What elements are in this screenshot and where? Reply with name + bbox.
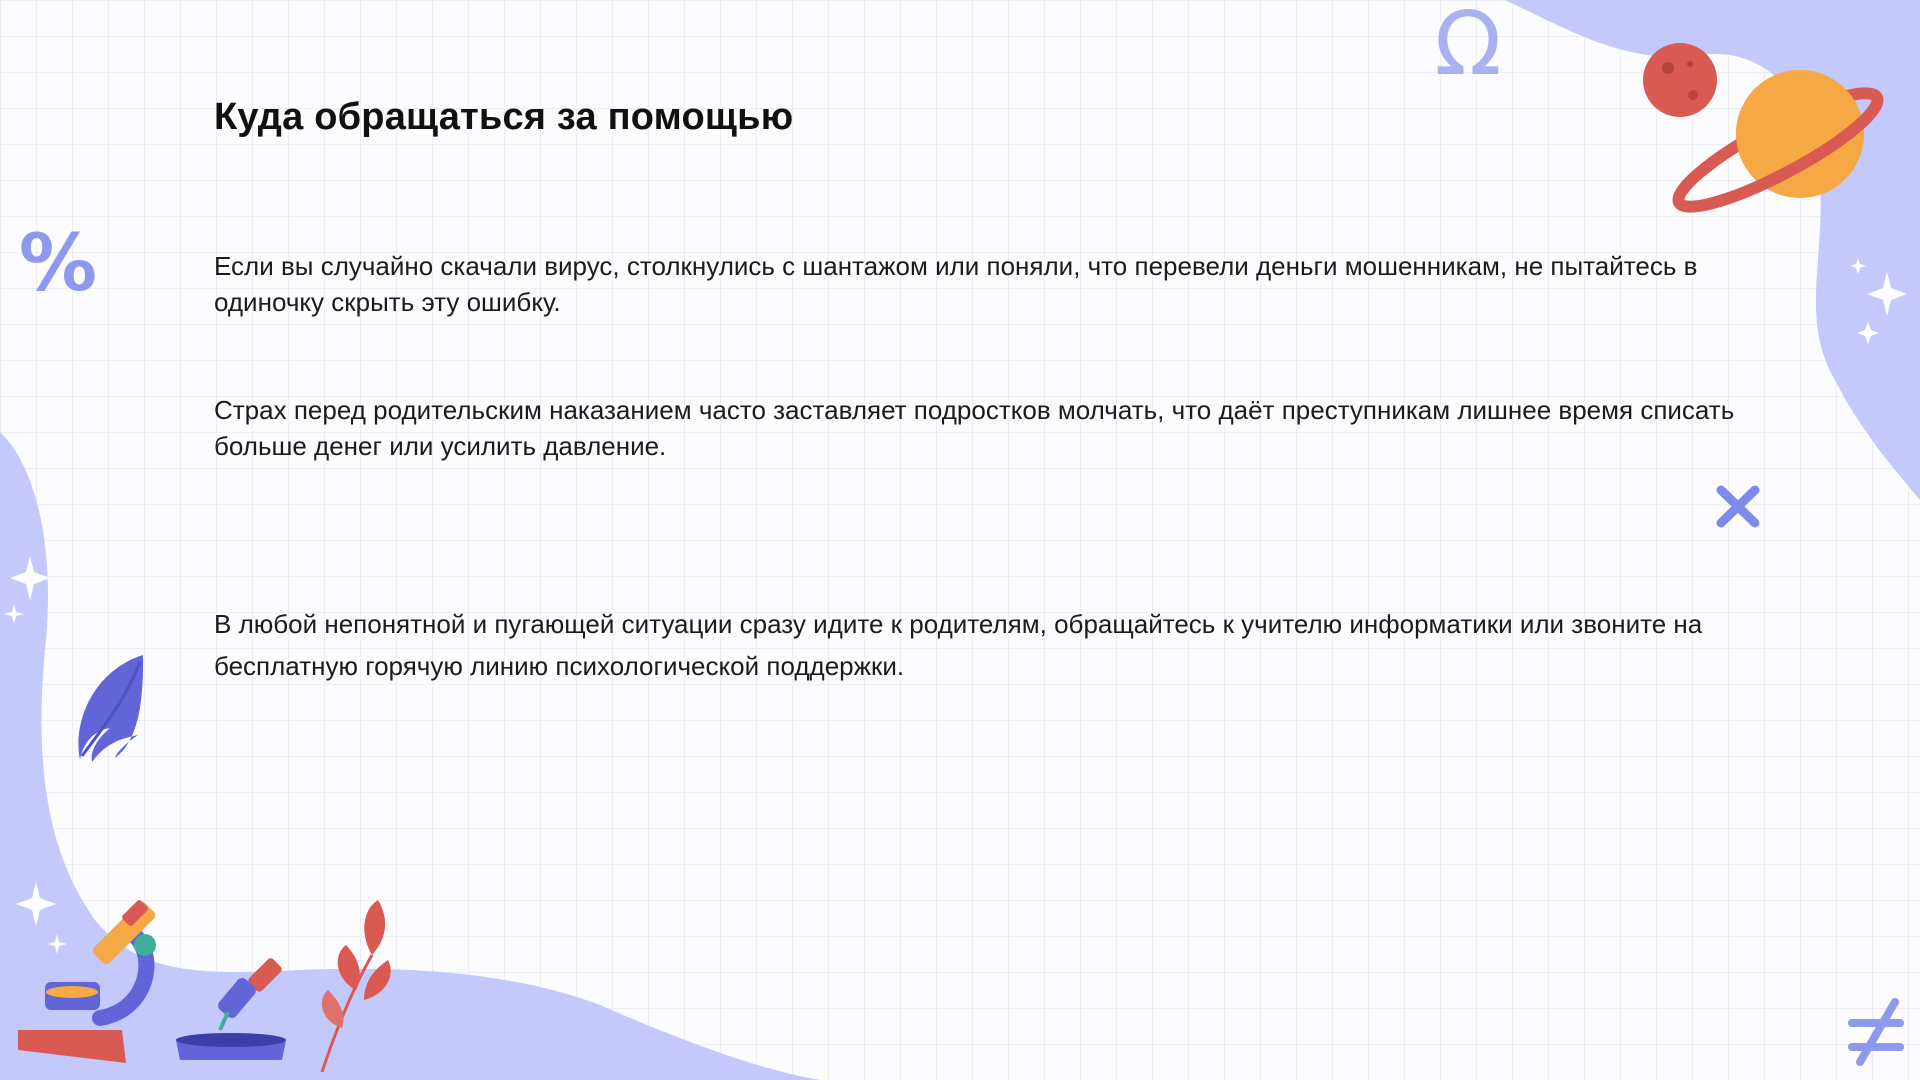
bottom-left-blob xyxy=(0,432,820,1080)
leaf-icon xyxy=(78,655,144,762)
slide-title: Куда обращаться за помощью xyxy=(214,96,794,138)
omega-icon: Ω xyxy=(1434,0,1501,95)
not-equal-icon xyxy=(1848,998,1904,1066)
slide-content: Куда обращаться за помощью Если вы случа… xyxy=(214,96,1759,681)
percent-icon: % xyxy=(19,219,97,309)
times-icon xyxy=(1716,485,1760,528)
paragraph-2: Страх перед родительским наказанием част… xyxy=(214,395,1735,461)
paragraph-3: В любой непонятной и пугающей ситуации с… xyxy=(214,609,1703,681)
decoration-layer: Ω % xyxy=(0,0,1920,1080)
paragraph-1: Если вы случайно скачали вирус, столкнул… xyxy=(214,251,1698,317)
